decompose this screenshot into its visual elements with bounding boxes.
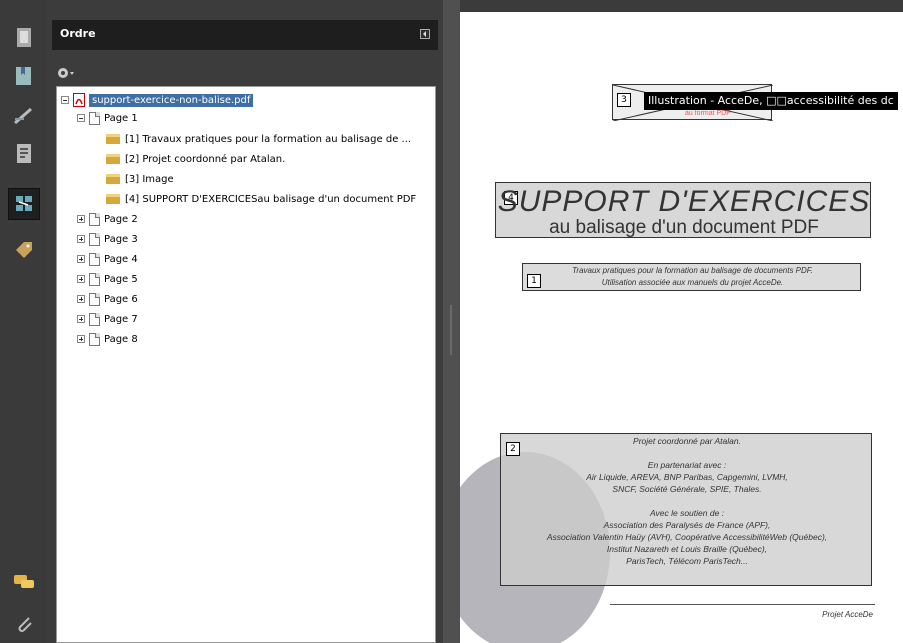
tp-line-1: Travaux pratiques pour la formation au b… bbox=[572, 266, 813, 275]
pdf-icon bbox=[73, 93, 85, 107]
tree-page-label: Page 2 bbox=[104, 213, 138, 225]
footer-rule bbox=[610, 604, 875, 605]
document-subtitle: au balisage d'un document PDF bbox=[549, 217, 819, 238]
tag-box-4[interactable]: 4 SUPPORT D'EXERCICES au balisage d'un d… bbox=[495, 182, 871, 238]
tag-number: 3 bbox=[617, 93, 631, 107]
order-panel: Ordre support-exercice-non-balise.pdf Pa… bbox=[47, 0, 443, 643]
projet-line bbox=[466, 448, 903, 460]
page-icon bbox=[89, 252, 100, 266]
panel-splitter[interactable] bbox=[443, 0, 460, 643]
footer-text: Projet AcceDe bbox=[822, 610, 873, 619]
options-gear-icon[interactable] bbox=[56, 65, 76, 84]
expand-icon[interactable] bbox=[77, 235, 85, 243]
tree-root[interactable]: support-exercice-non-balise.pdf bbox=[61, 91, 254, 109]
page-icon bbox=[89, 212, 100, 226]
tree-item[interactable]: [2] Projet coordonné par Atalan. bbox=[105, 150, 285, 168]
tp-line-2: Utilisation associée aux manuels du proj… bbox=[601, 278, 784, 287]
tree-page-5[interactable]: Page 5 bbox=[77, 270, 138, 288]
expand-icon[interactable] bbox=[77, 255, 85, 263]
tree-page-4[interactable]: Page 4 bbox=[77, 250, 138, 268]
expand-icon[interactable] bbox=[77, 315, 85, 323]
document-page: au format PDF 3 Illustration - AcceDe, □… bbox=[460, 12, 903, 643]
projet-text-block: Projet coordonné par Atalan. En partenar… bbox=[466, 436, 903, 568]
page-icon bbox=[89, 332, 100, 346]
tag-box-icon bbox=[106, 134, 120, 144]
tree-page-6[interactable]: Page 6 bbox=[77, 290, 138, 308]
tree-item-label: [3] Image bbox=[125, 173, 174, 185]
projet-line: Projet coordonné par Atalan. bbox=[633, 436, 741, 446]
projet-line: Institut Nazareth et Louis Braille (Québ… bbox=[606, 544, 768, 554]
order-panel-icon[interactable] bbox=[8, 188, 40, 220]
projet-line: Avec le soutien de : bbox=[649, 508, 725, 518]
collapse-panel-button[interactable] bbox=[420, 29, 430, 39]
tree-item[interactable]: [1] Travaux pratiques pour la formation … bbox=[105, 130, 411, 148]
comments-icon[interactable] bbox=[12, 570, 36, 594]
collapse-icon[interactable] bbox=[77, 114, 85, 122]
tree-item-label: [2] Projet coordonné par Atalan. bbox=[125, 153, 286, 165]
tree-page-7[interactable]: Page 7 bbox=[77, 310, 138, 328]
tree-item-label: [4] SUPPORT D'EXERCICESau balisage d'un … bbox=[125, 193, 417, 205]
page-thumbnails-icon[interactable] bbox=[12, 26, 36, 50]
tree-page-label: Page 6 bbox=[104, 293, 138, 305]
tree-page-label: Page 4 bbox=[104, 253, 138, 265]
logo-subtitle: au format PDF bbox=[685, 110, 731, 117]
projet-line: ParisTech, Télécom ParisTech... bbox=[626, 556, 748, 566]
tag-tooltip: Illustration - AcceDe, □□accessibilité d… bbox=[644, 92, 898, 110]
page-icon bbox=[89, 292, 100, 306]
tree-page-label: Page 7 bbox=[104, 313, 138, 325]
tree-root-label: support-exercice-non-balise.pdf bbox=[89, 93, 254, 107]
tree-page-8[interactable]: Page 8 bbox=[77, 330, 138, 348]
expand-icon[interactable] bbox=[77, 275, 85, 283]
content-icon[interactable] bbox=[12, 142, 36, 166]
projet-line: Association Valentin Haüy (AVH), Coopéra… bbox=[546, 532, 828, 542]
page-icon bbox=[89, 111, 100, 125]
options-bar bbox=[52, 58, 438, 86]
tree-page-2[interactable]: Page 2 bbox=[77, 210, 138, 228]
tag-box-icon bbox=[106, 194, 120, 204]
document-title: SUPPORT D'EXERCICES bbox=[497, 185, 871, 218]
page-icon bbox=[89, 272, 100, 286]
splitter-grip[interactable] bbox=[450, 305, 452, 355]
tree-page-3[interactable]: Page 3 bbox=[77, 230, 138, 248]
tree-page-label: Page 3 bbox=[104, 233, 138, 245]
tree-item[interactable]: [4] SUPPORT D'EXERCICESau balisage d'un … bbox=[105, 190, 416, 208]
navigation-toolbar bbox=[0, 0, 47, 643]
projet-line: SNCF, Société Générale, SPIE, Thales. bbox=[612, 484, 762, 494]
page-icon bbox=[89, 312, 100, 326]
tree-page-label: Page 8 bbox=[104, 333, 138, 345]
projet-line: Air Liquide, AREVA, BNP Paribas, Capgemi… bbox=[586, 472, 788, 482]
page-icon bbox=[89, 232, 100, 246]
projet-line: En partenariat avec : bbox=[647, 460, 727, 470]
tag-box-2[interactable]: 2 Projet coordonné par Atalan. En parten… bbox=[500, 433, 872, 586]
panel-header: Ordre bbox=[52, 20, 438, 50]
projet-line: Association des Paralysés de France (APF… bbox=[603, 520, 771, 530]
expand-icon[interactable] bbox=[77, 295, 85, 303]
tag-box-1[interactable]: 1 Travaux pratiques pour la formation au… bbox=[522, 263, 861, 291]
panel-title: Ordre bbox=[60, 27, 96, 40]
tree-page-label: Page 1 bbox=[104, 112, 138, 124]
projet-line bbox=[466, 496, 903, 508]
order-tree: support-exercice-non-balise.pdf Page 1 [… bbox=[56, 86, 436, 643]
attachments-icon[interactable] bbox=[12, 612, 36, 636]
expand-icon[interactable] bbox=[77, 335, 85, 343]
signatures-icon[interactable] bbox=[12, 104, 36, 128]
tree-item-label: [1] Travaux pratiques pour la formation … bbox=[125, 133, 412, 145]
bookmarks-icon[interactable] bbox=[12, 64, 36, 88]
tree-page-label: Page 5 bbox=[104, 273, 138, 285]
tag-box-icon bbox=[106, 154, 120, 164]
tree-item[interactable]: [3] Image bbox=[105, 170, 174, 188]
tree-page-1[interactable]: Page 1 bbox=[77, 109, 138, 127]
tag-box-icon bbox=[106, 174, 120, 184]
collapse-icon[interactable] bbox=[61, 96, 69, 104]
expand-icon[interactable] bbox=[77, 215, 85, 223]
tags-icon[interactable] bbox=[12, 238, 36, 262]
